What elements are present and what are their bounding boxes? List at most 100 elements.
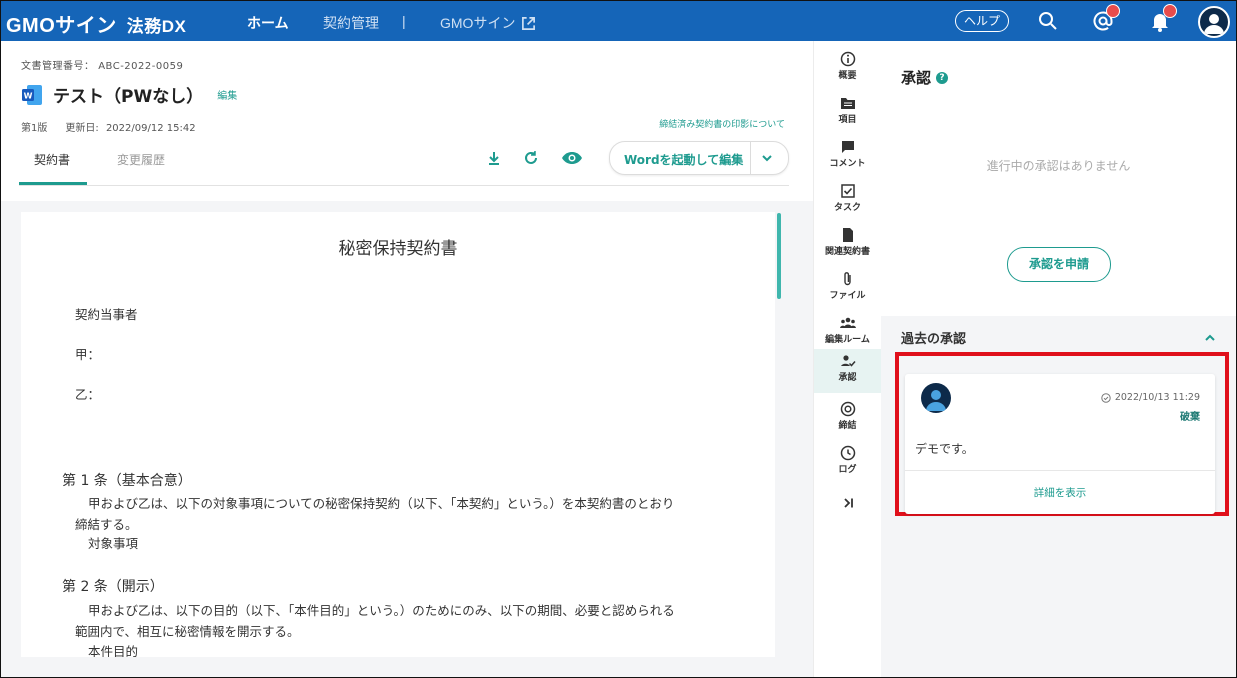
rail-item-overview[interactable]: 概要 (814, 47, 881, 91)
nav-separator: | (402, 13, 406, 29)
rail-label: タスク (833, 203, 861, 213)
rail-item-tasks[interactable]: タスク (814, 179, 881, 223)
past-approval-card: 2022/10/13 11:29 破棄 デモです。 詳細を表示 (905, 374, 1215, 514)
empty-approval-message: 進行中の承認はありません (986, 159, 1131, 173)
rail-item-comments[interactable]: コメント (814, 135, 881, 179)
user-avatar-icon[interactable] (1198, 6, 1230, 38)
preview-eye-icon[interactable] (561, 149, 583, 167)
document-title-row: W テスト（PWなし） 編集 (21, 82, 237, 107)
refresh-icon[interactable] (522, 149, 540, 167)
download-icon[interactable] (485, 149, 503, 167)
rail-label: ファイル (829, 291, 866, 301)
paperclip-icon (843, 272, 851, 286)
rail-label: 承認 (838, 373, 857, 383)
rail-item-approval[interactable]: 承認 (814, 349, 881, 393)
logo-text: GMOサイン (6, 15, 117, 37)
approval-title: 承認 (901, 69, 932, 87)
collapse-panel-button[interactable] (814, 491, 881, 535)
updated-label: 更新日: (65, 123, 99, 134)
card-divider (905, 470, 1215, 471)
party-b: 乙： (75, 387, 101, 402)
group-icon (839, 317, 856, 328)
nav-home[interactable]: ホーム (247, 13, 289, 33)
rail-item-related-contracts[interactable]: 関連契約書 (814, 223, 881, 267)
mention-badge (1106, 4, 1120, 18)
app-window: GMOサイン 法務DX ホーム 契約管理 | GMOサイン ヘルプ 文書管理番号：… (0, 0, 1237, 678)
rail-item-files[interactable]: ファイル (814, 267, 881, 311)
info-icon (840, 51, 855, 67)
updated-date: 2022/09/12 15:42 (105, 123, 196, 134)
top-navigation-bar: GMOサイン 法務DX ホーム 契約管理 | GMOサイン ヘルプ (1, 1, 1236, 41)
rail-item-log[interactable]: ログ (814, 441, 881, 485)
approval-status: 破棄 (1180, 412, 1200, 423)
article-1-heading: 第 1 条（基本合意） (62, 473, 192, 489)
edit-title-link[interactable]: 編集 (217, 87, 237, 102)
avatar (921, 383, 951, 413)
document-preview: 秘密保持契約書 契約当事者 甲： 乙： 第 1 条（基本合意） 甲および乙は、以… (1, 201, 813, 677)
rail-label: 関連契約書 (824, 247, 870, 257)
approval-icon (840, 355, 856, 367)
launch-word-label: Wordを起動して編集 (624, 153, 744, 167)
tab-history[interactable]: 変更履歴 (117, 151, 165, 168)
rail-item-fields[interactable]: 項目 (814, 91, 881, 135)
nav-gmo-sign[interactable]: GMOサイン (440, 13, 536, 33)
side-icon-rail: 概要 項目 コメント タスク 関連契約書 ファイル 編集ルーム 承認 締結 ログ (813, 41, 882, 677)
paper-title: 秘密保持契約書 (338, 239, 458, 259)
document-number-value: ABC-2022-0059 (98, 61, 184, 72)
document-icon (842, 228, 853, 242)
article-1-line-1: 甲および乙は、以下の対象事項についての秘密保持契約（以下、「本契約」という。）を… (88, 496, 675, 511)
help-question-icon[interactable]: ? (936, 71, 949, 84)
external-link-icon (522, 16, 536, 30)
launch-word-button[interactable]: Wordを起動して編集 (609, 141, 789, 175)
folder-icon (840, 98, 855, 109)
rail-label: ログ (838, 465, 857, 475)
rail-label: 項目 (838, 115, 857, 125)
document-number-label: 文書管理番号： (21, 61, 95, 72)
clock-icon (840, 445, 855, 461)
notification-badge (1163, 4, 1177, 18)
article-2-heading: 第 2 条（開示） (62, 579, 164, 595)
rail-label: コメント (829, 159, 866, 169)
document-scrollbar[interactable] (777, 213, 781, 299)
version-label: 第1版 (21, 123, 48, 134)
nav-contract-management[interactable]: 契約管理 (323, 13, 379, 33)
comment-icon (841, 141, 854, 153)
button-divider (750, 142, 751, 174)
approval-heading: 承認 ? (901, 67, 949, 88)
logo[interactable]: GMOサイン 法務DX (6, 9, 186, 38)
party-a: 甲： (75, 347, 101, 362)
help-button[interactable]: ヘルプ (955, 10, 1009, 32)
tab-contract[interactable]: 契約書 (34, 151, 70, 168)
search-icon[interactable] (1036, 9, 1060, 33)
article-2-line-1: 甲および乙は、以下の目的（以下、「本件目的」という。）のためにのみ、以下の期間、… (88, 603, 675, 618)
nav-gmo-sign-label: GMOサイン (440, 15, 516, 31)
document-area: 文書管理番号： ABC-2022-0059 W テスト（PWなし） 編集 第1版… (1, 41, 813, 677)
show-details-link[interactable]: 詳細を表示 (905, 485, 1215, 500)
past-approvals-heading: 過去の承認 (901, 332, 967, 347)
current-approval-section: 承認 ? 進行中の承認はありません 承認を申請 (881, 41, 1236, 316)
chevron-up-icon[interactable] (1203, 331, 1217, 345)
active-tab-indicator (19, 182, 87, 185)
rail-item-signing[interactable]: 締結 (814, 397, 881, 441)
request-approval-button[interactable]: 承認を申請 (1007, 247, 1111, 282)
article-1-item: 対象事項 (88, 536, 139, 551)
collapse-right-icon (843, 498, 853, 508)
parties-heading: 契約当事者 (75, 307, 138, 322)
word-file-icon: W (22, 84, 42, 105)
checkbox-icon (840, 184, 855, 198)
product-name: 法務DX (126, 17, 187, 36)
rail-label: 編集ルーム (825, 335, 870, 345)
document-tabs: 契約書 変更履歴 Wordを起動して編集 (19, 137, 789, 186)
rail-label: 締結 (838, 421, 857, 431)
svg-text:W: W (24, 91, 33, 100)
document-title: テスト（PWなし） (53, 87, 204, 107)
document-meta: 第1版 更新日: 2022/09/12 15:42 (21, 119, 196, 134)
approval-panel: 承認 ? 進行中の承認はありません 承認を申請 過去の承認 2022/10/13… (881, 41, 1236, 677)
check-circle-icon (1101, 392, 1111, 403)
document-number: 文書管理番号： ABC-2022-0059 (21, 57, 183, 72)
rail-label: 概要 (838, 71, 857, 81)
article-2-line-2: 範囲内で、相互に秘密情報を開示する。 (75, 624, 300, 639)
chevron-down-icon[interactable] (760, 151, 774, 165)
approval-date: 2022/10/13 11:29 (1101, 392, 1200, 403)
seal-info-link[interactable]: 締結済み契約書の印影について (659, 117, 785, 130)
